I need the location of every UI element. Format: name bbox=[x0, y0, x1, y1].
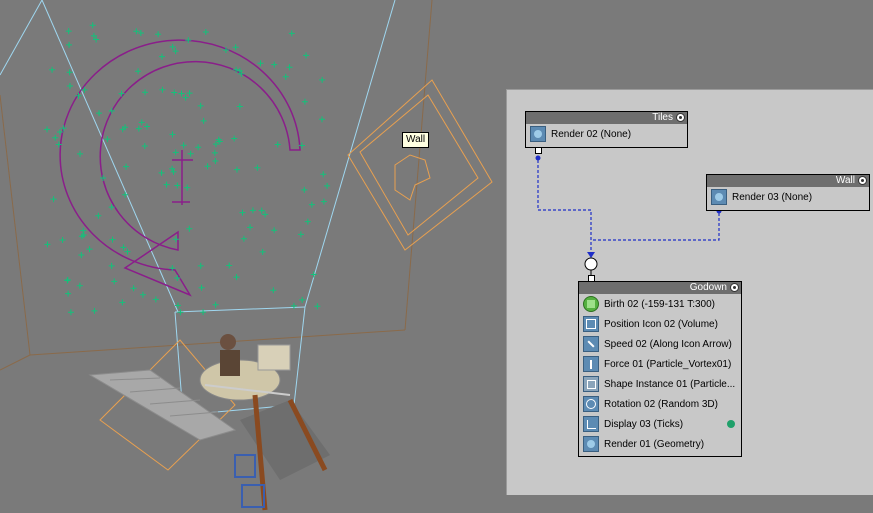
event-title[interactable]: Wall bbox=[707, 175, 869, 187]
operator-row[interactable]: Speed 02 (Along Icon Arrow) bbox=[579, 334, 741, 354]
birth-icon bbox=[583, 296, 599, 312]
bulb-icon[interactable] bbox=[676, 113, 685, 122]
operator-row[interactable]: Display 03 (Ticks) bbox=[579, 414, 741, 434]
operator-row[interactable]: Birth 02 (-159-131 T:300) bbox=[579, 294, 741, 314]
operator-row[interactable]: Render 01 (Geometry) bbox=[579, 434, 741, 454]
operator-row[interactable]: Render 03 (None) bbox=[707, 187, 869, 207]
particle-view-panel[interactable]: Tiles Render 02 (None) Wall Render 03 (N… bbox=[506, 89, 873, 495]
input-port[interactable] bbox=[588, 275, 595, 282]
position-icon bbox=[583, 316, 599, 332]
event-wall[interactable]: Wall Render 03 (None) bbox=[706, 174, 870, 211]
rotation-icon bbox=[583, 396, 599, 412]
operator-row[interactable]: Force 01 (Particle_Vortex01) bbox=[579, 354, 741, 374]
event-title[interactable]: Tiles bbox=[526, 112, 687, 124]
output-port[interactable] bbox=[535, 147, 542, 154]
display-color-swatch[interactable] bbox=[727, 420, 735, 428]
operator-row[interactable]: Rotation 02 (Random 3D) bbox=[579, 394, 741, 414]
render-icon bbox=[530, 126, 546, 142]
operator-row[interactable]: Position Icon 02 (Volume) bbox=[579, 314, 741, 334]
bulb-icon[interactable] bbox=[730, 283, 739, 292]
force-icon bbox=[583, 356, 599, 372]
display-icon bbox=[583, 416, 599, 432]
operator-row[interactable]: Render 02 (None) bbox=[526, 124, 687, 144]
wall-tooltip: Wall bbox=[402, 132, 430, 148]
shape-instance-icon bbox=[583, 376, 599, 392]
render-icon bbox=[711, 189, 727, 205]
event-tiles[interactable]: Tiles Render 02 (None) bbox=[525, 111, 688, 154]
bulb-icon[interactable] bbox=[858, 176, 867, 185]
event-godown[interactable]: Godown Birth 02 (-159-131 T:300) Positio… bbox=[578, 275, 742, 457]
speed-icon bbox=[583, 336, 599, 352]
render-icon bbox=[583, 436, 599, 452]
event-title[interactable]: Godown bbox=[579, 282, 741, 294]
operator-row[interactable]: Shape Instance 01 (Particle... bbox=[579, 374, 741, 394]
